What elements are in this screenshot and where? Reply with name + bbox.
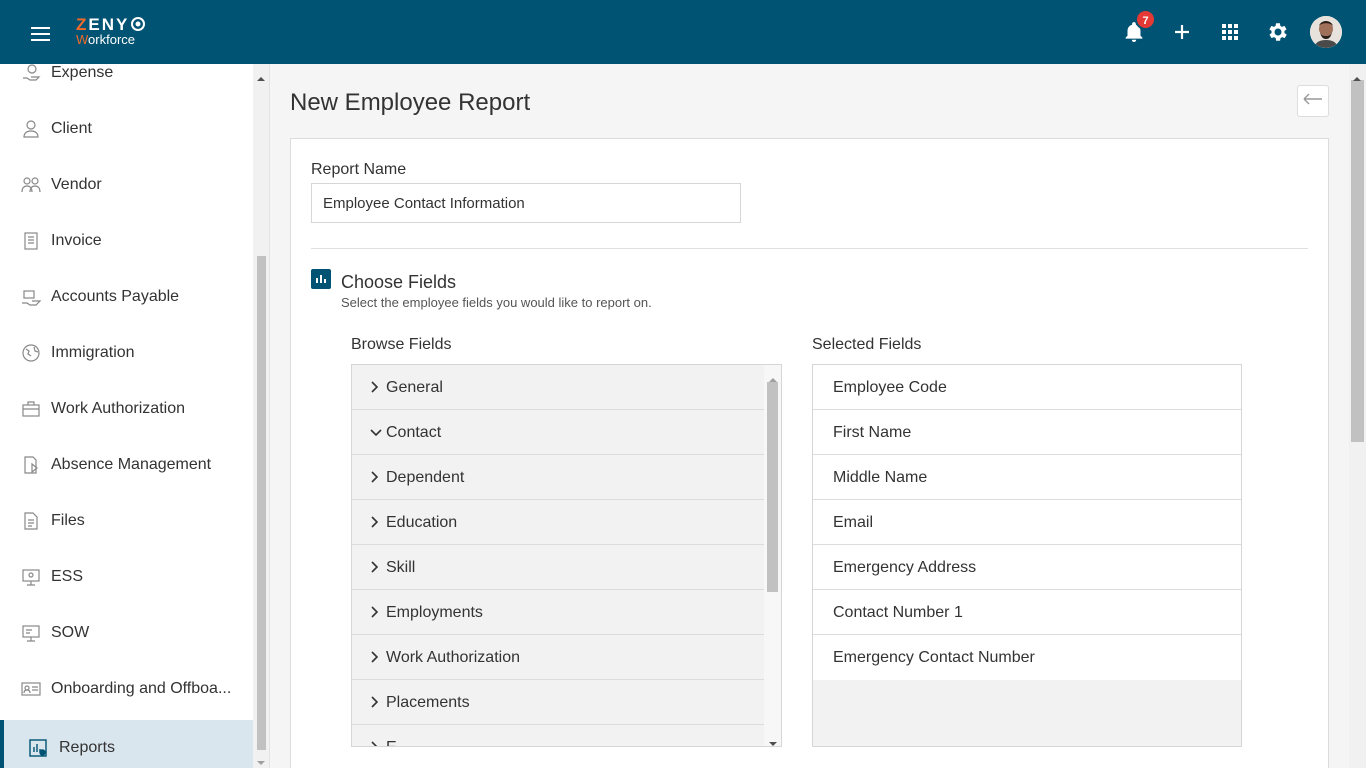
report-name-input[interactable] xyxy=(311,183,741,223)
chevron-right-icon xyxy=(370,695,380,708)
report-name-label: Report Name xyxy=(311,161,407,178)
browse-field-education[interactable]: Education xyxy=(352,500,764,545)
chevron-right-icon xyxy=(370,740,380,746)
sidebar-item-work-authorization[interactable]: Work Authorization xyxy=(0,381,253,437)
chevron-down-icon xyxy=(370,425,382,437)
chevron-right-icon xyxy=(370,560,380,573)
choose-fields-title: Choose Fields xyxy=(341,272,457,292)
selected-field[interactable]: Emergency Contact Number xyxy=(813,635,1241,680)
sidebar-item-files[interactable]: Files xyxy=(0,493,253,549)
chevron-right-icon xyxy=(370,605,380,618)
sidebar-item-absence-management[interactable]: Absence Management xyxy=(0,437,253,493)
sidebar-item-expense[interactable]: Expense xyxy=(0,64,253,101)
browse-field-contact[interactable]: Contact xyxy=(352,410,764,455)
absence-icon xyxy=(21,455,41,475)
sidebar-item-label: Expense xyxy=(51,64,114,81)
gear-icon[interactable] xyxy=(1266,20,1290,44)
menu-icon[interactable] xyxy=(31,27,50,41)
sidebar-item-label: Onboarding and Offboa... xyxy=(51,680,232,697)
sidebar-item-label: SOW xyxy=(51,624,90,641)
sidebar-item-sow[interactable]: SOW xyxy=(0,605,253,661)
sidebar-item-label: ESS xyxy=(51,568,84,585)
avatar[interactable] xyxy=(1310,16,1342,48)
sidebar-item-label: Invoice xyxy=(51,232,102,249)
sidebar-item-vendor[interactable]: Vendor xyxy=(0,157,253,213)
sidebar-item-invoice[interactable]: Invoice xyxy=(0,213,253,269)
browse-field-general[interactable]: General xyxy=(352,365,764,410)
page-title: New Employee Report xyxy=(290,89,531,116)
file-icon xyxy=(21,511,41,531)
selected-field[interactable]: Contact Number 1 xyxy=(813,590,1241,635)
accounts-payable-icon xyxy=(21,287,42,307)
scroll-down-arrow-icon[interactable] xyxy=(769,734,777,746)
top-bar: ZENY Workforce 7 xyxy=(0,0,1366,64)
selected-field[interactable]: First Name xyxy=(813,410,1241,455)
scroll-down-arrow-icon[interactable] xyxy=(257,754,265,765)
sidebar-item-onboarding[interactable]: Onboarding and Offboa... xyxy=(0,661,253,717)
sidebar-item-label: Reports xyxy=(59,739,116,756)
sidebar-item-label: Work Authorization xyxy=(51,400,185,417)
selected-fields-label: Selected Fields xyxy=(812,336,922,353)
sidebar: Expense Client Vendor Invoice Accounts P… xyxy=(0,64,270,768)
browse-field-dependent[interactable]: Dependent xyxy=(352,455,764,500)
sidebar-item-ess[interactable]: ESS xyxy=(0,549,253,605)
sow-icon xyxy=(21,623,41,643)
divider xyxy=(311,248,1308,249)
browse-fields-list: General Contact Dependent Education Skil… xyxy=(351,364,782,747)
scroll-up-arrow-icon[interactable] xyxy=(769,370,777,388)
browse-field-employments[interactable]: Employments xyxy=(352,590,764,635)
sidebar-item-label: Immigration xyxy=(51,344,135,361)
report-form-card: Report Name Choose Fields Select the emp… xyxy=(290,138,1329,768)
plus-icon[interactable] xyxy=(1170,20,1194,44)
chevron-right-icon xyxy=(370,650,380,663)
sidebar-item-accounts-payable[interactable]: Accounts Payable xyxy=(0,269,253,325)
browse-field-skill[interactable]: Skill xyxy=(352,545,764,590)
browse-field-work-authorization[interactable]: Work Authorization xyxy=(352,635,764,680)
scroll-up-arrow-icon[interactable] xyxy=(257,70,265,81)
choose-fields-subtitle: Select the employee fields you would lik… xyxy=(341,295,652,310)
bar-chart-icon xyxy=(311,269,331,289)
invoice-icon xyxy=(21,231,41,251)
sidebar-item-reports[interactable]: Reports xyxy=(0,720,253,768)
chevron-right-icon xyxy=(370,470,380,483)
sidebar-item-label: Client xyxy=(51,120,92,137)
notification-badge: 7 xyxy=(1135,9,1156,30)
sidebar-item-label: Accounts Payable xyxy=(51,288,180,305)
briefcase-icon xyxy=(21,399,41,419)
sidebar-item-label: Vendor xyxy=(51,176,102,193)
scroll-up-arrow-icon[interactable] xyxy=(1353,69,1361,87)
expense-icon xyxy=(21,64,41,83)
sidebar-item-client[interactable]: Client xyxy=(0,101,253,157)
browse-field-placements[interactable]: Placements xyxy=(352,680,764,725)
ess-icon xyxy=(21,567,41,587)
arrow-left-icon xyxy=(1303,92,1323,110)
client-icon xyxy=(21,119,41,139)
sidebar-scrollbar-thumb[interactable] xyxy=(257,256,266,750)
selected-fields-list: Employee Code First Name Middle Name Ema… xyxy=(812,364,1242,747)
browse-fields-label: Browse Fields xyxy=(351,336,452,353)
vendor-icon xyxy=(21,175,41,195)
chevron-right-icon xyxy=(370,515,380,528)
sidebar-item-label: Absence Management xyxy=(51,456,212,473)
main-content: New Employee Report Report Name Choose F… xyxy=(270,64,1349,768)
id-card-icon xyxy=(21,679,41,699)
sidebar-item-label: Files xyxy=(51,512,85,529)
sidebar-item-immigration[interactable]: Immigration xyxy=(0,325,253,381)
selected-field[interactable]: Email xyxy=(813,500,1241,545)
globe-icon xyxy=(21,343,41,363)
selected-field[interactable]: Employee Code xyxy=(813,365,1241,410)
browse-field-partial[interactable]: E xyxy=(352,725,764,746)
back-button[interactable] xyxy=(1297,85,1329,117)
browse-scrollbar-thumb[interactable] xyxy=(767,382,778,592)
chevron-right-icon xyxy=(370,380,380,393)
report-icon xyxy=(28,738,48,758)
page-scrollbar-thumb[interactable] xyxy=(1351,80,1364,442)
logo[interactable]: ZENY Workforce xyxy=(76,16,146,46)
selected-field[interactable]: Emergency Address xyxy=(813,545,1241,590)
apps-grid-icon[interactable] xyxy=(1218,20,1242,44)
selected-field[interactable]: Middle Name xyxy=(813,455,1241,500)
